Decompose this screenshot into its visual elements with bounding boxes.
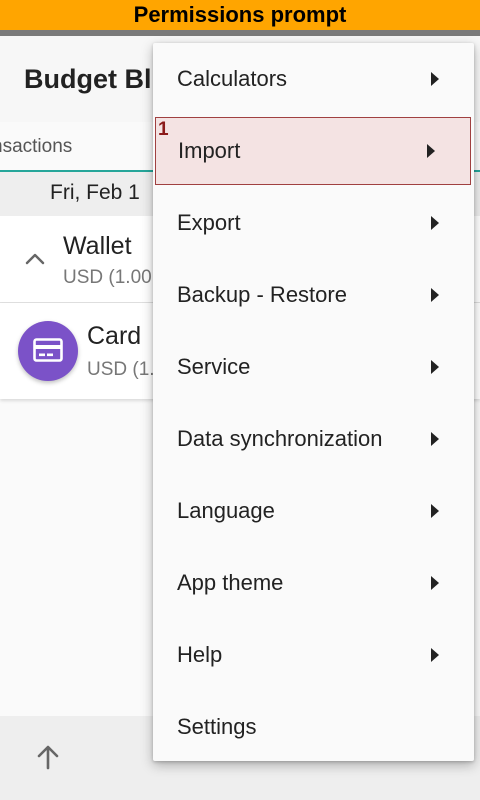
menu-item-settings[interactable]: Settings	[153, 691, 474, 763]
item-number-badge: 1	[158, 119, 169, 140]
arrow-up-icon[interactable]	[33, 742, 63, 772]
credit-card-icon	[33, 338, 63, 362]
menu-item-help[interactable]: Help	[153, 619, 474, 691]
chevron-right-icon	[431, 72, 439, 86]
menu-item-label: Service	[177, 354, 251, 379]
menu-item-label: Settings	[177, 714, 257, 739]
app-screen: Permissions prompt Budget Bl nsactions F…	[0, 0, 480, 800]
menu-item-label: Calculators	[177, 66, 288, 91]
app-title: Budget Bl	[24, 64, 152, 94]
menu-item-label: Help	[177, 642, 223, 667]
card-avatar	[18, 321, 78, 381]
chevron-right-icon	[431, 216, 439, 230]
menu-item-label: Backup - Restore	[177, 282, 347, 307]
chevron-right-icon	[427, 144, 435, 158]
overflow-menu: Calculators 1 Import Export Backup - Res…	[153, 43, 474, 761]
permissions-prompt-banner: Permissions prompt	[0, 0, 480, 30]
account-currency: USD (1.	[87, 359, 155, 380]
menu-item-backup-restore[interactable]: Backup - Restore	[153, 259, 474, 331]
chevron-right-icon	[431, 360, 439, 374]
menu-item-service[interactable]: Service	[153, 331, 474, 403]
menu-item-import[interactable]: 1 Import	[155, 117, 471, 185]
account-currency: USD (1.00	[63, 267, 152, 288]
account-name: Card	[87, 322, 142, 350]
chevron-right-icon	[431, 432, 439, 446]
menu-item-data-synchronization[interactable]: Data synchronization	[153, 403, 474, 475]
menu-item-app-theme[interactable]: App theme	[153, 547, 474, 619]
chevron-up-icon[interactable]	[22, 246, 48, 272]
chevron-right-icon	[431, 576, 439, 590]
menu-item-label: Language	[177, 498, 275, 523]
date-label: Fri, Feb 1	[50, 181, 140, 204]
chevron-right-icon	[431, 648, 439, 662]
menu-item-label: Import	[178, 138, 241, 163]
menu-item-label: Export	[177, 210, 241, 235]
menu-item-calculators[interactable]: Calculators	[153, 43, 474, 115]
chevron-right-icon	[431, 288, 439, 302]
menu-item-label: Data synchronization	[177, 426, 383, 451]
menu-item-language[interactable]: Language	[153, 475, 474, 547]
tab-transactions[interactable]: nsactions	[0, 136, 72, 158]
chevron-right-icon	[431, 504, 439, 518]
account-name: Wallet	[63, 232, 132, 260]
menu-item-export[interactable]: Export	[153, 187, 474, 259]
menu-item-label: App theme	[177, 570, 284, 595]
